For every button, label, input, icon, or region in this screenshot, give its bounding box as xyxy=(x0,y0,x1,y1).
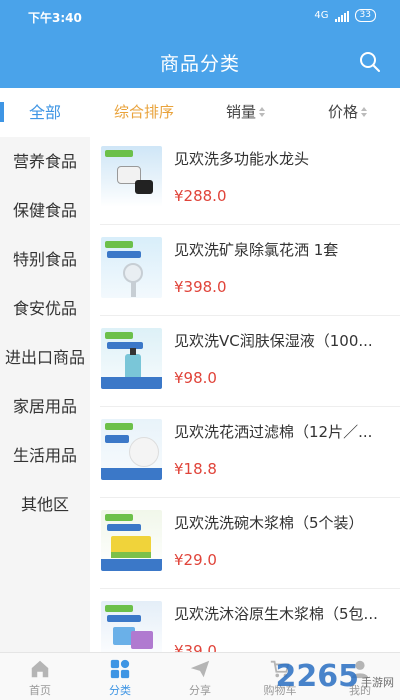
sidebar-item-health-food[interactable]: 保健食品 xyxy=(0,186,90,235)
status-bar: 下午3:40 4G 33 xyxy=(0,0,400,36)
sidebar-item-nutrition-food[interactable]: 营养食品 xyxy=(0,137,90,186)
tab-category-label: 分类 xyxy=(109,684,131,697)
sort-comprehensive-label: 综合排序 xyxy=(114,103,175,121)
product-price: ¥98.0 xyxy=(174,369,217,387)
tab-category[interactable]: 分类 xyxy=(80,653,160,700)
product-price: ¥18.8 xyxy=(174,460,217,478)
image-band xyxy=(101,377,162,389)
sort-price-label: 价格 xyxy=(328,103,359,121)
product-image xyxy=(101,237,162,298)
brand-tag xyxy=(105,423,133,430)
product-name: 见欢洗VC润肤保湿液（100... xyxy=(174,332,373,350)
tab-home[interactable]: 首页 xyxy=(0,653,80,700)
sidebar-item-daily-goods[interactable]: 生活用品 xyxy=(0,431,90,480)
tab-share[interactable]: 分享 xyxy=(160,653,240,700)
product-item[interactable]: 见欢洗矿泉除氯花洒 1套 ¥398.0 xyxy=(100,225,400,316)
sort-bar: 综合排序 销量 价格 xyxy=(90,88,400,134)
product-price: ¥288.0 xyxy=(174,187,227,205)
product-price: ¥39.0 xyxy=(174,642,217,652)
product-item[interactable]: 见欢洗洗碗木浆棉（5个装） ¥29.0 xyxy=(100,498,400,589)
product-price: ¥398.0 xyxy=(174,278,227,296)
site-watermark: 2265 手游网 xyxy=(276,659,395,694)
sort-price[interactable]: 价格 xyxy=(328,101,368,122)
brand-tag xyxy=(105,605,133,612)
product-name: 见欢洗洗碗木浆棉（5个装） xyxy=(174,514,364,532)
network-type: 4G xyxy=(314,10,329,21)
status-time: 下午3:40 xyxy=(28,11,82,25)
tab-share-label: 分享 xyxy=(189,684,211,697)
sort-sales[interactable]: 销量 xyxy=(226,101,266,122)
search-icon[interactable] xyxy=(358,50,382,74)
brand-tag xyxy=(105,514,133,521)
product-item[interactable]: 见欢洗沐浴原生木浆棉（5包... ¥39.0 xyxy=(100,589,400,652)
sidebar-item-all[interactable]: 全部 xyxy=(0,88,90,137)
tab-home-label: 首页 xyxy=(29,684,51,697)
sort-arrows-icon xyxy=(361,106,368,117)
sort-sales-label: 销量 xyxy=(226,103,257,121)
app-header: 商品分类 xyxy=(0,36,400,88)
sidebar-item-home-goods[interactable]: 家居用品 xyxy=(0,382,90,431)
product-image xyxy=(101,328,162,389)
product-name: 见欢洗多功能水龙头 xyxy=(174,150,310,168)
product-item[interactable]: 见欢洗VC润肤保湿液（100... ¥98.0 xyxy=(100,316,400,407)
brand-tag xyxy=(105,332,133,339)
image-band xyxy=(101,559,162,571)
sidebar-item-food-safety[interactable]: 食安优品 xyxy=(0,284,90,333)
product-image xyxy=(101,510,162,571)
product-name: 见欢洗花洒过滤棉（12片／... xyxy=(174,423,373,441)
brand-tag xyxy=(105,150,133,157)
sidebar-item-special-food[interactable]: 特别食品 xyxy=(0,235,90,284)
product-price: ¥29.0 xyxy=(174,551,217,569)
battery-icon: 33 xyxy=(354,9,376,22)
category-icon xyxy=(110,659,130,679)
home-icon xyxy=(31,660,49,678)
product-image xyxy=(101,146,162,207)
product-name: 见欢洗矿泉除氯花洒 1套 xyxy=(174,241,339,259)
image-band xyxy=(101,468,162,480)
category-sidebar: 全部 营养食品 保健食品 特别食品 食安优品 进出口商品 家居用品 生活用品 其… xyxy=(0,88,90,652)
sidebar-item-import-export[interactable]: 进出口商品 xyxy=(0,333,90,382)
product-list: 见欢洗多功能水龙头 ¥288.0 见欢洗矿泉除氯花洒 1套 ¥398.0 见欢洗… xyxy=(90,134,400,652)
product-item[interactable]: 见欢洗花洒过滤棉（12片／... ¥18.8 xyxy=(100,407,400,498)
paper-plane-icon xyxy=(190,660,210,678)
signal-icon xyxy=(334,10,349,22)
brand-tag xyxy=(105,241,133,248)
product-image xyxy=(101,601,162,652)
sort-comprehensive[interactable]: 综合排序 xyxy=(114,101,174,122)
sidebar-item-others[interactable]: 其他区 xyxy=(0,480,90,529)
product-item[interactable]: 见欢洗多功能水龙头 ¥288.0 xyxy=(100,134,400,225)
watermark-logo: 2265 xyxy=(275,659,360,694)
product-image xyxy=(101,419,162,480)
sort-arrows-icon xyxy=(259,106,266,117)
product-name: 见欢洗沐浴原生木浆棉（5包... xyxy=(174,605,378,623)
watermark-site: 手游网 xyxy=(361,676,394,689)
status-indicators: 4G 33 xyxy=(314,9,376,22)
page-title: 商品分类 xyxy=(159,53,240,75)
